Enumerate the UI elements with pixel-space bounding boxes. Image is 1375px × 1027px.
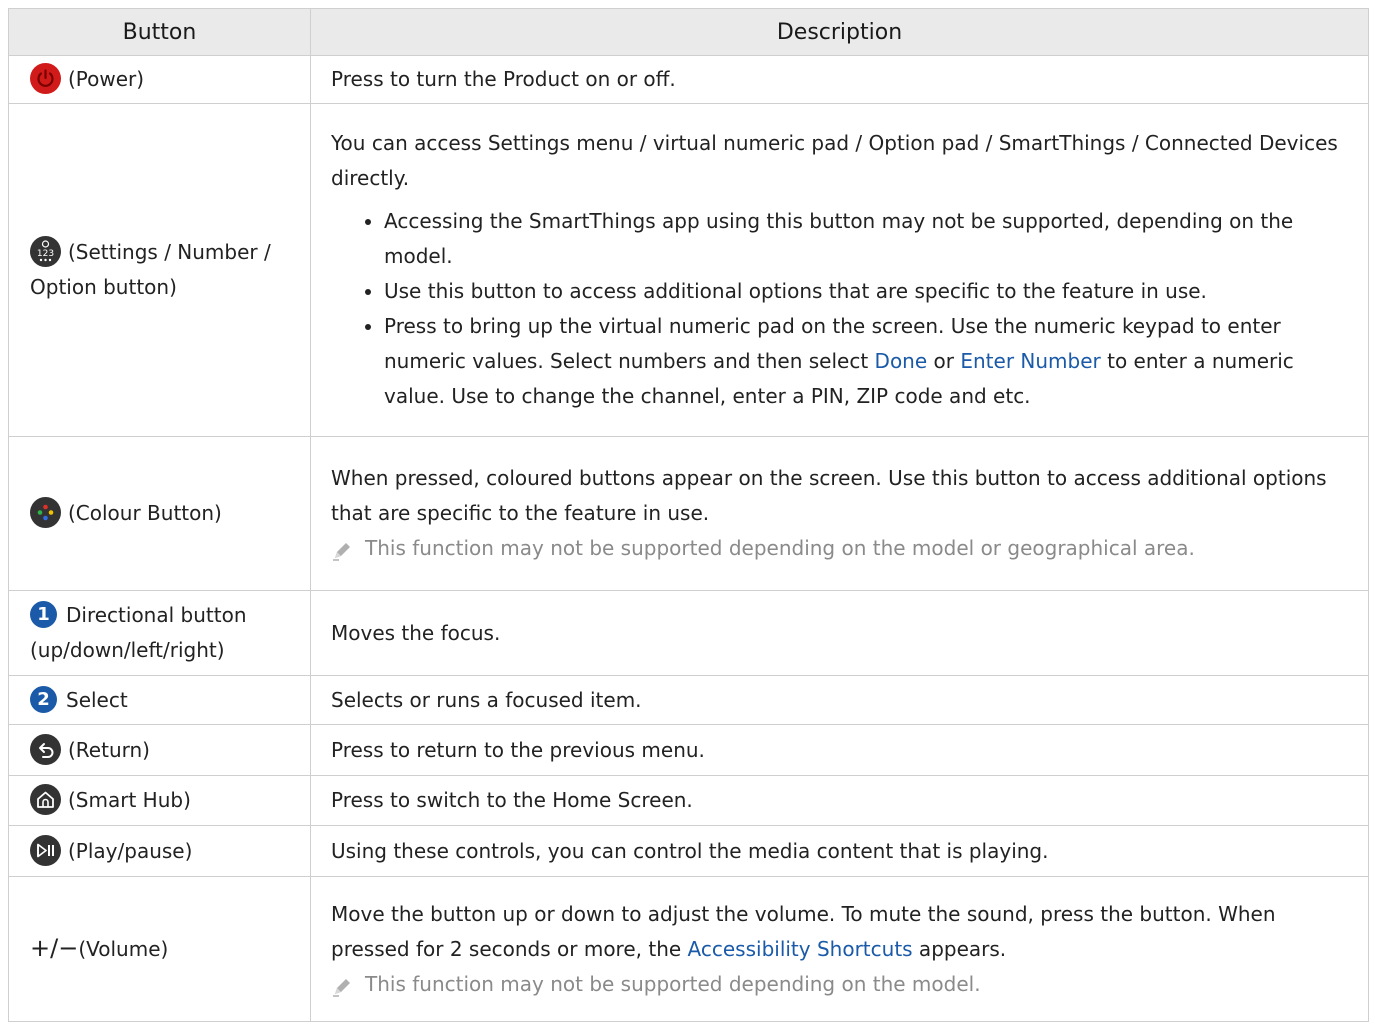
button-label: (Power) — [68, 67, 145, 91]
table-row: (Smart Hub) Press to switch to the Home … — [8, 775, 1369, 826]
number-badge-1: 1 — [30, 601, 57, 628]
bullet-item: Use this button to access additional opt… — [384, 274, 1356, 309]
header-button: Button — [8, 8, 311, 56]
table-row: 1 Directional button (up/down/left/right)… — [8, 590, 1369, 676]
button-label: Select — [66, 687, 128, 712]
button-cell: (Play/pause) — [8, 825, 311, 877]
table-row: +/−(Volume) Move the button up or down t… — [8, 876, 1369, 1022]
button-cell: (Return) — [8, 724, 311, 776]
done-link[interactable]: Done — [875, 349, 928, 373]
table-row: (Colour Button) When pressed, coloured b… — [8, 436, 1369, 591]
button-cell: (Smart Hub) — [8, 775, 311, 826]
button-label: (Smart Hub) — [68, 788, 191, 812]
description-text: Move the button up or down to adjust the… — [331, 901, 1276, 961]
description-cell: You can access Settings menu / virtual n… — [310, 103, 1369, 437]
description-cell: Moves the focus. — [310, 590, 1369, 676]
description-intro: You can access Settings menu / virtual n… — [331, 131, 1338, 190]
button-cell: (Power) — [8, 55, 311, 104]
header-description: Description — [310, 8, 1369, 56]
svg-text:123: 123 — [37, 249, 54, 259]
pencil-note-icon — [331, 974, 353, 1009]
button-cell: 2 Select — [8, 675, 311, 725]
table-row: (Return) Press to return to the previous… — [8, 724, 1369, 776]
button-description-table: Button Description (Power) Press to turn… — [8, 8, 1369, 1022]
description-bullets: Accessing the SmartThings app using this… — [331, 204, 1356, 414]
button-label: (Play/pause) — [68, 838, 193, 863]
description-cell: Move the button up or down to adjust the… — [310, 876, 1369, 1022]
button-label: (Return) — [68, 737, 150, 762]
button-label: (Settings / Number / Option button) — [30, 240, 271, 299]
button-label: (Colour Button) — [68, 501, 222, 525]
button-label: Directional button (up/down/left/right) — [30, 603, 247, 662]
description-text: Press to turn the Product on or off. — [331, 67, 676, 91]
number-badge-2: 2 — [30, 685, 57, 713]
table-row: (Power) Press to turn the Product on or … — [8, 55, 1369, 104]
colour-button-icon — [30, 497, 61, 528]
play-pause-icon — [30, 834, 61, 866]
power-icon — [30, 63, 61, 94]
settings-number-option-icon: 123 — [30, 236, 61, 267]
description-cell: Press to switch to the Home Screen. — [310, 775, 1369, 826]
description-text: When pressed, coloured buttons appear on… — [331, 466, 1327, 525]
button-cell: 1 Directional button (up/down/left/right) — [8, 590, 311, 676]
table-row: (Play/pause) Using these controls, you c… — [8, 825, 1369, 877]
button-label: (Volume) — [78, 937, 169, 961]
note: This function may not be supported depen… — [331, 531, 1356, 566]
description-text: Press to switch to the Home Screen. — [331, 788, 693, 812]
button-cell: +/−(Volume) — [8, 876, 311, 1022]
button-cell: 123 (Settings / Number / Option button) — [8, 103, 311, 437]
description-cell: When pressed, coloured buttons appear on… — [310, 436, 1369, 591]
pencil-note-icon — [331, 538, 353, 573]
description-cell: Press to return to the previous menu. — [310, 724, 1369, 776]
button-cell: (Colour Button) — [8, 436, 311, 591]
enter-number-link[interactable]: Enter Number — [960, 349, 1100, 373]
note: This function may not be supported depen… — [331, 967, 1356, 1002]
description-cell: Using these controls, you can control th… — [310, 825, 1369, 877]
description-text: Selects or runs a focused item. — [331, 687, 642, 712]
smart-hub-home-icon — [30, 784, 61, 815]
table-row: 2 Select Selects or runs a focused item. — [8, 675, 1369, 725]
bullet-item: Press to bring up the virtual numeric pa… — [384, 309, 1356, 414]
description-text: Moves the focus. — [331, 620, 501, 645]
description-text: Press to return to the previous menu. — [331, 737, 705, 762]
description-text: Using these controls, you can control th… — [331, 838, 1049, 863]
description-cell: Selects or runs a focused item. — [310, 675, 1369, 725]
table-header-row: Button Description — [8, 8, 1369, 56]
table-row: 123 (Settings / Number / Option button) … — [8, 103, 1369, 437]
volume-plus-minus-symbol: +/− — [30, 934, 79, 962]
bullet-item: Accessing the SmartThings app using this… — [384, 204, 1356, 274]
accessibility-shortcuts-link[interactable]: Accessibility Shortcuts — [688, 937, 913, 961]
description-cell: Press to turn the Product on or off. — [310, 55, 1369, 104]
return-icon — [30, 733, 61, 765]
